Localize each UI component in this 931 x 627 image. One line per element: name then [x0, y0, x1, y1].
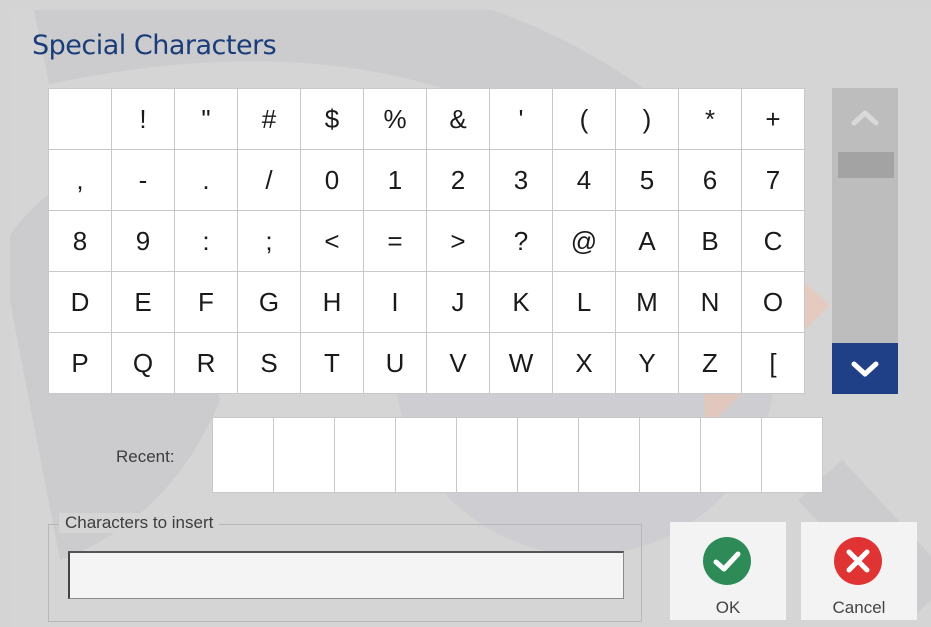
character-cell[interactable]: V	[427, 333, 489, 393]
character-cell[interactable]: Y	[616, 333, 678, 393]
characters-to-insert-group: Characters to insert	[48, 513, 642, 622]
character-cell[interactable]: -	[112, 150, 174, 210]
character-cell[interactable]: 3	[490, 150, 552, 210]
character-cell[interactable]: A	[616, 211, 678, 271]
character-cell[interactable]: S	[238, 333, 300, 393]
scroll-down-button[interactable]	[832, 343, 898, 394]
character-cell[interactable]: 7	[742, 150, 804, 210]
character-cell[interactable]: 1	[364, 150, 426, 210]
character-cell[interactable]: &	[427, 89, 489, 149]
character-cell[interactable]: 2	[427, 150, 489, 210]
character-cell[interactable]: U	[364, 333, 426, 393]
character-cell[interactable]: $	[301, 89, 363, 149]
character-cell[interactable]: =	[364, 211, 426, 271]
cancel-button[interactable]: Cancel	[801, 522, 917, 620]
recent-character-slot[interactable]	[396, 418, 456, 492]
ok-label: OK	[715, 598, 741, 617]
character-cell[interactable]: J	[427, 272, 489, 332]
scroll-thumb[interactable]	[838, 152, 894, 178]
ok-button[interactable]: OK	[670, 522, 786, 620]
characters-to-insert-input[interactable]	[68, 551, 624, 599]
character-cell[interactable]: 0	[301, 150, 363, 210]
character-cell[interactable]: %	[364, 89, 426, 149]
characters-to-insert-label: Characters to insert	[59, 513, 220, 533]
character-cell[interactable]: 5	[616, 150, 678, 210]
character-cell[interactable]: C	[742, 211, 804, 271]
character-cell[interactable]: ?	[490, 211, 552, 271]
character-cell[interactable]: E	[112, 272, 174, 332]
recent-label: Recent:	[116, 447, 175, 466]
cancel-label: Cancel	[832, 598, 886, 617]
character-cell[interactable]: G	[238, 272, 300, 332]
character-cell[interactable]: H	[301, 272, 363, 332]
character-cell[interactable]: @	[553, 211, 615, 271]
chevron-down-icon	[851, 361, 879, 376]
character-cell[interactable]: Q	[112, 333, 174, 393]
recent-character-slot[interactable]	[518, 418, 578, 492]
grid-scrollbar[interactable]	[832, 88, 898, 394]
character-cell[interactable]: R	[175, 333, 237, 393]
character-cell[interactable]: ;	[238, 211, 300, 271]
close-icon	[834, 537, 882, 585]
character-cell[interactable]: X	[553, 333, 615, 393]
character-cell[interactable]: B	[679, 211, 741, 271]
character-cell[interactable]: P	[49, 333, 111, 393]
recent-character-slot[interactable]	[213, 418, 273, 492]
character-cell[interactable]: 8	[49, 211, 111, 271]
character-cell[interactable]: '	[490, 89, 552, 149]
character-cell[interactable]: *	[679, 89, 741, 149]
character-cell[interactable]: )	[616, 89, 678, 149]
character-cell[interactable]: 4	[553, 150, 615, 210]
character-cell[interactable]: Z	[679, 333, 741, 393]
recent-characters-row	[212, 417, 823, 493]
character-cell[interactable]: /	[238, 150, 300, 210]
character-grid: ! " # $% & '() * +, -./0 1 2 3 4 5 6 7 8 9:; < = >? @ A B C D E F G H…	[48, 88, 805, 394]
character-cell[interactable]: 9	[112, 211, 174, 271]
recent-character-slot[interactable]	[701, 418, 761, 492]
character-cell[interactable]: 6	[679, 150, 741, 210]
recent-character-slot[interactable]	[457, 418, 517, 492]
recent-character-slot[interactable]	[579, 418, 639, 492]
character-cell[interactable]: [	[742, 333, 804, 393]
character-cell[interactable]: L	[553, 272, 615, 332]
character-cell[interactable]: D	[49, 272, 111, 332]
character-cell[interactable]: >	[427, 211, 489, 271]
character-cell[interactable]: <	[301, 211, 363, 271]
character-cell[interactable]: +	[742, 89, 804, 149]
character-cell[interactable]: :	[175, 211, 237, 271]
recent-character-slot[interactable]	[274, 418, 334, 492]
recent-character-slot[interactable]	[335, 418, 395, 492]
character-cell[interactable]: W	[490, 333, 552, 393]
character-cell[interactable]: M	[616, 272, 678, 332]
special-characters-dialog: Special Characters ! " # $% & '() * +, -./0 1 2 3 4 5…	[10, 10, 931, 627]
character-cell[interactable]: K	[490, 272, 552, 332]
character-cell[interactable]: N	[679, 272, 741, 332]
character-cell[interactable]: T	[301, 333, 363, 393]
character-cell[interactable]	[49, 89, 111, 149]
recent-character-slot[interactable]	[640, 418, 700, 492]
dialog-title: Special Characters	[32, 30, 277, 61]
character-cell[interactable]: I	[364, 272, 426, 332]
character-cell[interactable]: ,	[49, 150, 111, 210]
recent-character-slot[interactable]	[762, 418, 822, 492]
chevron-up-icon	[851, 110, 879, 126]
character-cell[interactable]: #	[238, 89, 300, 149]
checkmark-icon	[703, 537, 751, 585]
scroll-up-button[interactable]	[832, 88, 898, 146]
character-cell[interactable]: F	[175, 272, 237, 332]
character-cell[interactable]: "	[175, 89, 237, 149]
character-cell[interactable]: !	[112, 89, 174, 149]
character-cell[interactable]: O	[742, 272, 804, 332]
character-cell[interactable]: .	[175, 150, 237, 210]
character-cell[interactable]: (	[553, 89, 615, 149]
